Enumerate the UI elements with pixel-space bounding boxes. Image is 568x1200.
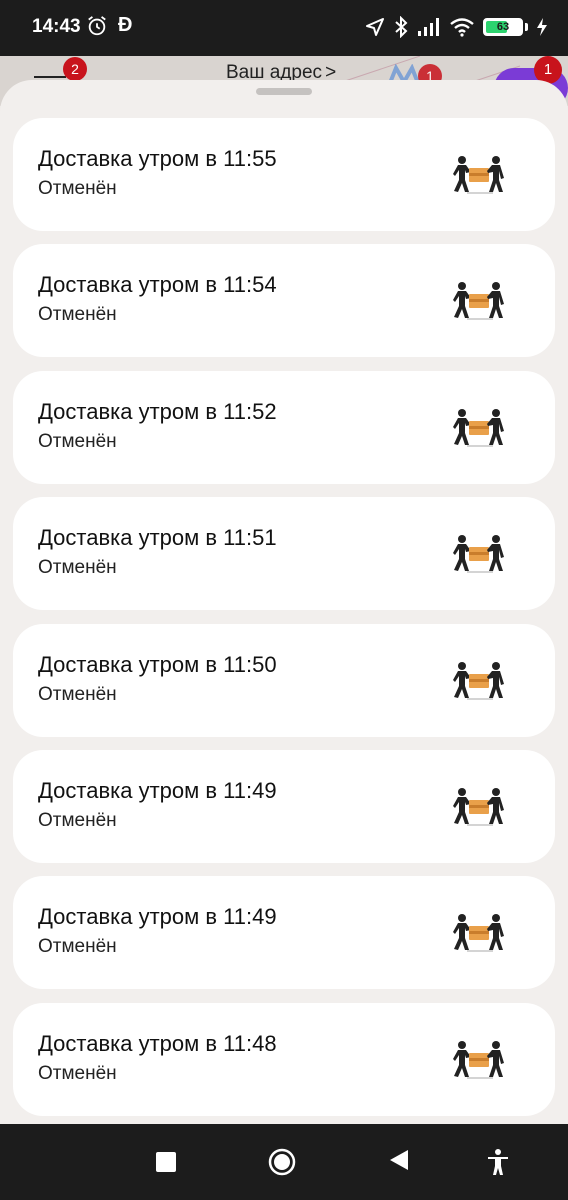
order-card[interactable]: Доставка утром в 11:49 Отменён	[13, 749, 555, 863]
wifi-icon	[450, 18, 474, 37]
order-status: Отменён	[38, 683, 117, 705]
order-card[interactable]: Доставка утром в 11:51 Отменён	[13, 497, 555, 611]
courier-delivery-icon	[453, 408, 504, 447]
battery-icon: 63	[483, 18, 523, 36]
recents-button[interactable]	[156, 1152, 176, 1172]
status-time: 14:43	[32, 16, 81, 37]
order-title: Доставка утром в 11:48	[38, 1030, 277, 1056]
accessibility-button[interactable]	[486, 1148, 510, 1176]
bluetooth-icon	[395, 16, 408, 38]
order-status: Отменён	[38, 557, 117, 579]
location-icon	[366, 18, 384, 36]
battery-nub	[525, 23, 528, 31]
order-card[interactable]: Доставка утром в 11:52 Отменён	[13, 370, 555, 484]
order-title: Доставка утром в 11:52	[38, 398, 277, 424]
order-card[interactable]: Доставка утром в 11:48 Отменён	[13, 1002, 555, 1116]
menu-badge: 2	[63, 57, 87, 81]
order-title: Доставка утром в 11:54	[38, 272, 277, 298]
system-nav-bar	[0, 1124, 568, 1200]
courier-delivery-icon	[453, 1040, 504, 1079]
sheet-drag-handle[interactable]	[256, 88, 312, 95]
order-status: Отменён	[38, 430, 117, 452]
order-title: Доставка утром в 11:50	[38, 651, 277, 677]
order-status: Отменён	[38, 809, 117, 831]
orders-sheet: Доставка утром в 11:55 Отменён Доставка ут…	[0, 80, 568, 1124]
order-card[interactable]: Доставка утром в 11:49 Отменён	[13, 876, 555, 990]
order-title: Доставка утром в 11:55	[38, 146, 277, 171]
order-status: Отменён	[38, 178, 117, 199]
order-card[interactable]: Доставка утром в 11:54 Отменён	[13, 244, 555, 358]
courier-delivery-icon	[453, 914, 504, 952]
menu-icon[interactable]	[34, 76, 66, 78]
order-status: Отменён	[38, 1062, 117, 1084]
order-list: Доставка утром в 11:55 Отменён Доставка ут…	[13, 118, 555, 1124]
battery-level: 63	[496, 21, 510, 33]
home-button[interactable]	[268, 1148, 296, 1176]
status-icons: 63	[365, 15, 548, 39]
courier-delivery-icon	[453, 535, 504, 573]
order-status: Отменён	[38, 304, 117, 326]
courier-delivery-icon	[453, 156, 504, 194]
alarm-icon	[88, 16, 106, 36]
courier-delivery-icon	[453, 661, 504, 700]
courier-delivery-icon	[453, 787, 504, 826]
charging-icon	[537, 18, 547, 36]
order-title: Доставка утром в 11:51	[38, 525, 277, 551]
order-title: Доставка утром в 11:49	[38, 777, 277, 803]
app-notification-icon: Ð	[118, 14, 133, 36]
order-card[interactable]: Доставка утром в 11:55 Отменён	[13, 118, 555, 231]
order-title: Доставка утром в 11:49	[38, 904, 277, 930]
signal-icon	[418, 18, 439, 36]
status-bar: 14:43 Ð 63	[0, 0, 568, 56]
back-button[interactable]	[388, 1148, 410, 1172]
order-card[interactable]: Доставка утром в 11:50 Отменён	[13, 623, 555, 737]
courier-delivery-icon	[453, 282, 504, 320]
order-status: Отменён	[38, 936, 117, 958]
